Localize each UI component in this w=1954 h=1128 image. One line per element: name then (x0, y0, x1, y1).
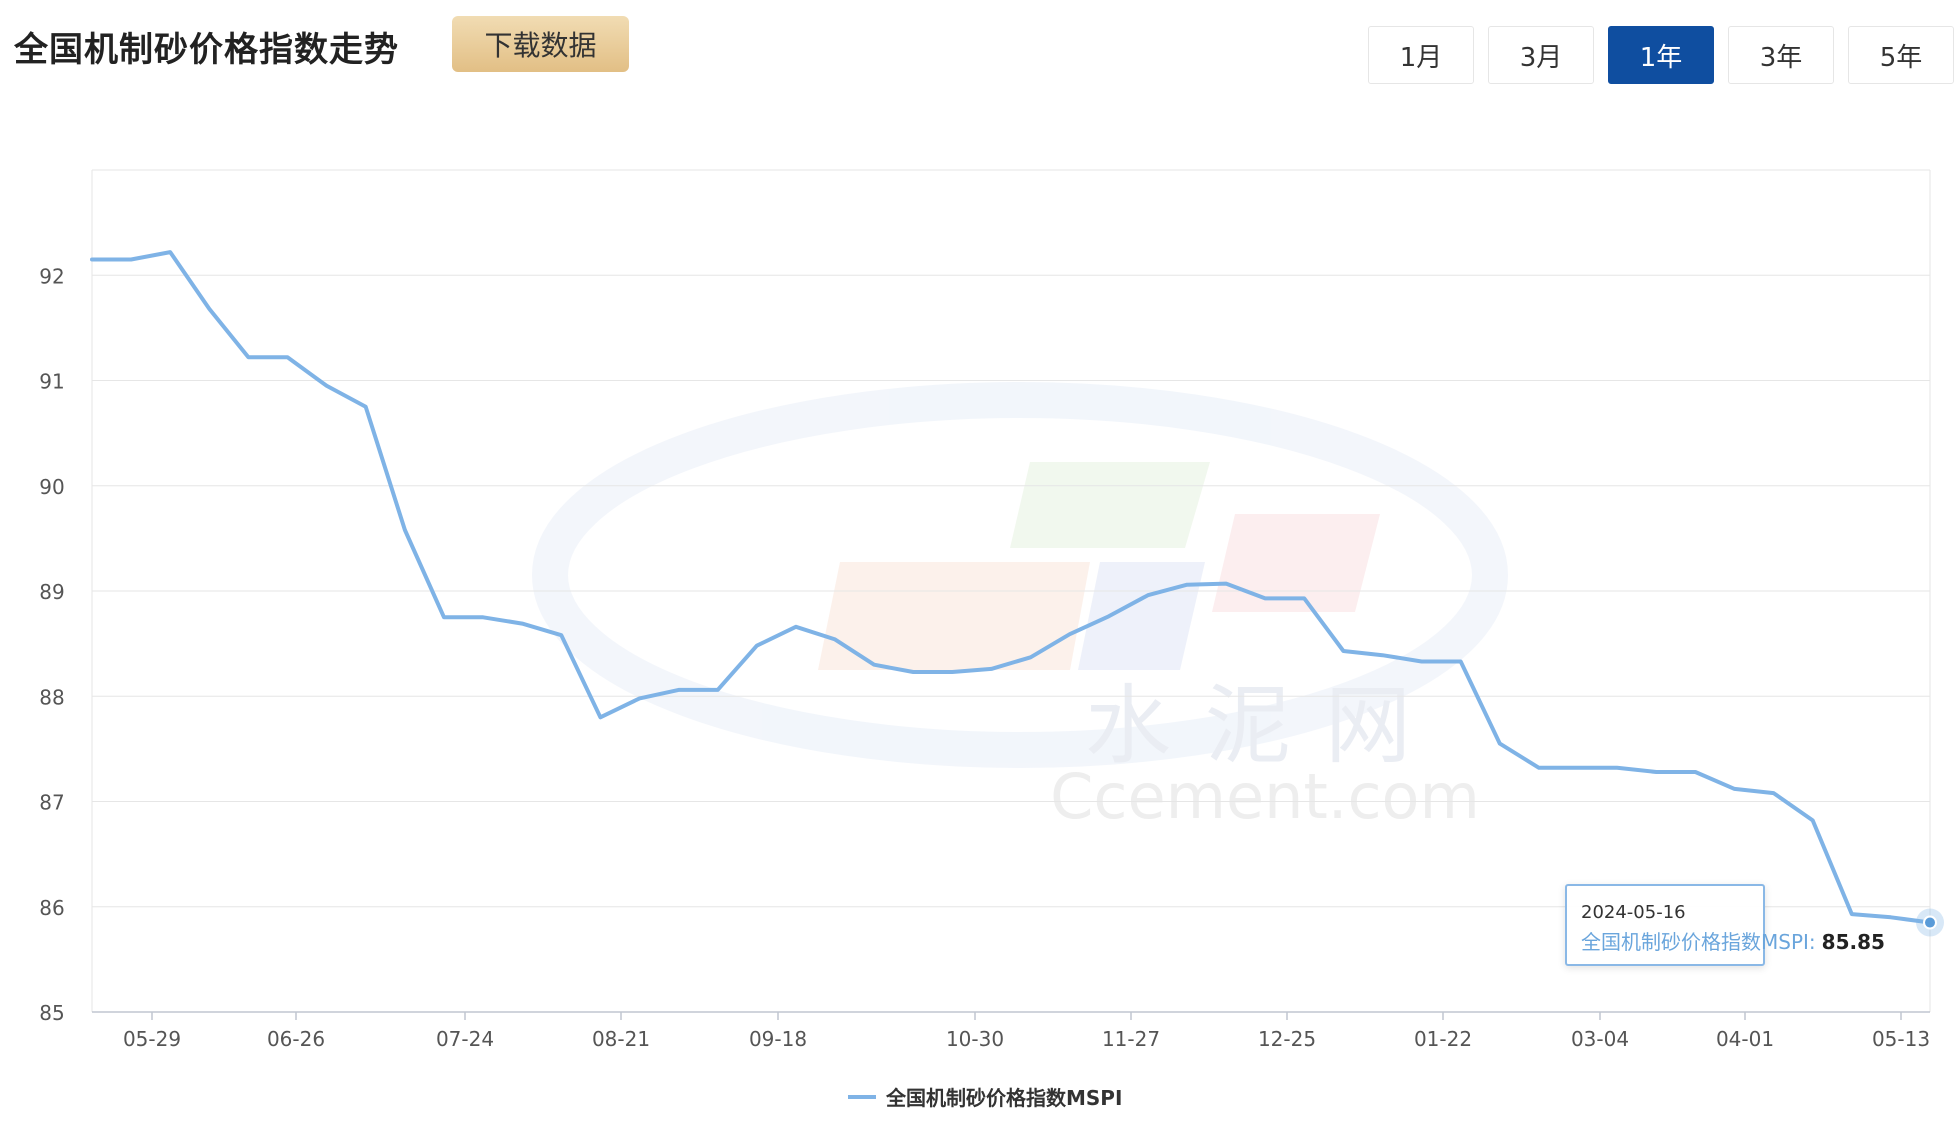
data-tooltip: 2024-05-16 全国机制砂价格指数MSPI: 85.85 (1565, 884, 1885, 966)
y-tick-label: 90 (39, 475, 64, 499)
x-tick-label: 03-04 (1571, 1027, 1629, 1051)
x-tick-label: 04-01 (1716, 1027, 1774, 1051)
data-point-last[interactable] (1923, 915, 1937, 930)
tooltip-date: 2024-05-16 (1581, 902, 1686, 923)
y-tick-label: 85 (39, 1001, 64, 1025)
y-tick-label: 91 (39, 370, 64, 394)
tooltip-series-label: 全国机制砂价格指数MSPI: (1581, 930, 1816, 954)
x-tick-label: 01-22 (1414, 1027, 1472, 1051)
legend-label: 全国机制砂价格指数MSPI (885, 1086, 1122, 1110)
y-tick-label: 87 (39, 791, 64, 815)
x-axis: 05-29 06-26 07-24 08-21 09-18 10-30 11-27 12-25… (92, 1011, 1930, 1051)
x-tick-label: 10-30 (946, 1027, 1004, 1051)
legend[interactable]: 全国机制砂价格指数MSPI (848, 1086, 1122, 1110)
x-tick-label: 08-21 (592, 1027, 650, 1051)
y-tick-label: 89 (39, 580, 64, 604)
tooltip-value: 85.85 (1821, 930, 1885, 954)
x-tick-label: 06-26 (267, 1027, 325, 1051)
x-tick-label: 07-24 (436, 1027, 494, 1051)
x-tick-label: 09-18 (749, 1027, 807, 1051)
x-tick-label: 05-13 (1872, 1027, 1930, 1051)
y-tick-label: 92 (39, 264, 64, 288)
x-tick-label: 12-25 (1258, 1027, 1316, 1051)
y-axis-labels: 85 86 87 88 89 90 91 92 (39, 264, 64, 1025)
x-tick-label: 05-29 (123, 1027, 181, 1051)
y-tick-label: 86 (39, 896, 64, 920)
tooltip-row: 全国机制砂价格指数MSPI: 85.85 (1581, 926, 1885, 955)
x-tick-label: 11-27 (1102, 1027, 1160, 1051)
y-tick-label: 88 (39, 685, 64, 709)
watermark-en: Ccement.com (1050, 760, 1480, 833)
